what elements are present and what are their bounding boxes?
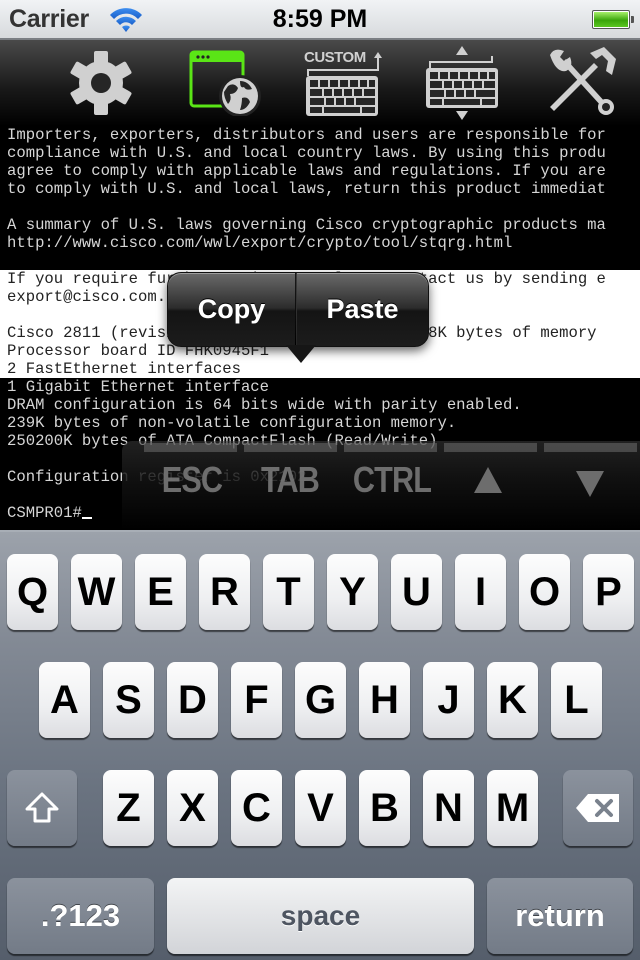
key-q[interactable]: Q xyxy=(7,554,58,630)
extra-keys-page-tabs xyxy=(144,443,637,452)
terminal-line: compliance with U.S. and local country l… xyxy=(7,144,606,162)
key-w[interactable]: W xyxy=(71,554,122,630)
edit-menu: Copy Paste xyxy=(167,272,429,347)
key-i[interactable]: I xyxy=(455,554,506,630)
settings-button[interactable] xyxy=(55,46,147,120)
terminal-line: DRAM configuration is 64 bits wide with … xyxy=(7,396,522,414)
gear-icon xyxy=(70,51,132,115)
page-tab[interactable] xyxy=(344,443,437,452)
copy-button[interactable]: Copy xyxy=(168,273,295,346)
tab-key[interactable]: TAB xyxy=(256,455,324,505)
clock: 8:59 PM xyxy=(272,5,368,33)
key-y[interactable]: Y xyxy=(327,554,378,630)
terminal-line: Importers, exporters, distributors and u… xyxy=(7,126,606,144)
tools-button[interactable] xyxy=(536,46,628,120)
esc-key[interactable]: ESC xyxy=(158,455,226,505)
browser-globe-icon xyxy=(189,50,261,116)
carrier-label: Carrier xyxy=(9,5,89,33)
key-s[interactable]: S xyxy=(103,662,154,738)
numbers-key[interactable]: .?123 xyxy=(7,878,154,954)
wrench-hammer-icon xyxy=(550,47,616,115)
terminal-line-selected: 2 FastEthernet interfaces xyxy=(0,360,640,378)
key-b[interactable]: B xyxy=(359,770,410,846)
page-tab[interactable] xyxy=(444,443,537,452)
terminal-line: A summary of U.S. laws governing Cisco c… xyxy=(7,216,606,234)
key-z[interactable]: Z xyxy=(103,770,154,846)
terminal-line-selected: 1 Gigabit Ethernet interface xyxy=(7,378,270,396)
key-p[interactable]: P xyxy=(583,554,634,630)
terminal-line: agree to comply with applicable laws and… xyxy=(7,162,606,180)
page-tab[interactable] xyxy=(244,443,337,452)
key-r[interactable]: R xyxy=(199,554,250,630)
key-o[interactable]: O xyxy=(519,554,570,630)
edit-menu-arrow xyxy=(286,345,316,363)
battery-icon xyxy=(592,10,634,29)
key-l[interactable]: L xyxy=(551,662,602,738)
key-h[interactable]: H xyxy=(359,662,410,738)
key-n[interactable]: N xyxy=(423,770,474,846)
arrow-up-key[interactable] xyxy=(474,467,502,493)
delete-key[interactable] xyxy=(563,770,633,846)
key-k[interactable]: K xyxy=(487,662,538,738)
custom-keyboard-button[interactable]: CUSTOM xyxy=(296,46,388,120)
key-u[interactable]: U xyxy=(391,554,442,630)
key-x[interactable]: X xyxy=(167,770,218,846)
key-v[interactable]: V xyxy=(295,770,346,846)
key-m[interactable]: M xyxy=(487,770,538,846)
terminal-prompt: CSMPR01# xyxy=(7,504,82,522)
page-tab[interactable] xyxy=(544,443,637,452)
key-d[interactable]: D xyxy=(167,662,218,738)
terminal-line: to comply with U.S. and local laws, retu… xyxy=(7,180,606,198)
shift-key[interactable] xyxy=(7,770,77,846)
keyboard: Q W E R T Y U I O P A S D F G H J K L Z … xyxy=(0,530,640,960)
key-e[interactable]: E xyxy=(135,554,186,630)
key-f[interactable]: F xyxy=(231,662,282,738)
toolbar: CUSTOM xyxy=(0,40,640,126)
text-cursor xyxy=(81,517,92,519)
wifi-icon xyxy=(110,8,142,32)
custom-keyboard-icon: CUSTOM xyxy=(304,49,382,116)
status-bar: Carrier 8:59 PM xyxy=(0,0,640,40)
terminal-line: 239K bytes of non-volatile configuration… xyxy=(7,414,457,432)
extra-keys-bar: ESC TAB CTRL xyxy=(122,441,640,530)
shift-icon xyxy=(25,792,59,823)
keyboard-resize-icon xyxy=(426,46,498,120)
key-j[interactable]: J xyxy=(423,662,474,738)
arrow-down-key[interactable] xyxy=(576,471,604,497)
space-key[interactable]: space xyxy=(167,878,474,954)
page-tab[interactable] xyxy=(144,443,237,452)
web-browser-button[interactable] xyxy=(174,46,266,120)
return-key[interactable]: return xyxy=(487,878,633,954)
terminal-line: http://www.cisco.com/wwl/export/crypto/t… xyxy=(7,234,513,252)
keyboard-toggle-button[interactable] xyxy=(416,46,508,120)
key-t[interactable]: T xyxy=(263,554,314,630)
svg-text:CUSTOM: CUSTOM xyxy=(304,49,366,66)
key-g[interactable]: G xyxy=(295,662,346,738)
key-c[interactable]: C xyxy=(231,770,282,846)
paste-button[interactable]: Paste xyxy=(297,273,428,346)
ctrl-key[interactable]: CTRL xyxy=(351,455,433,505)
delete-icon xyxy=(576,794,619,822)
key-a[interactable]: A xyxy=(39,662,90,738)
